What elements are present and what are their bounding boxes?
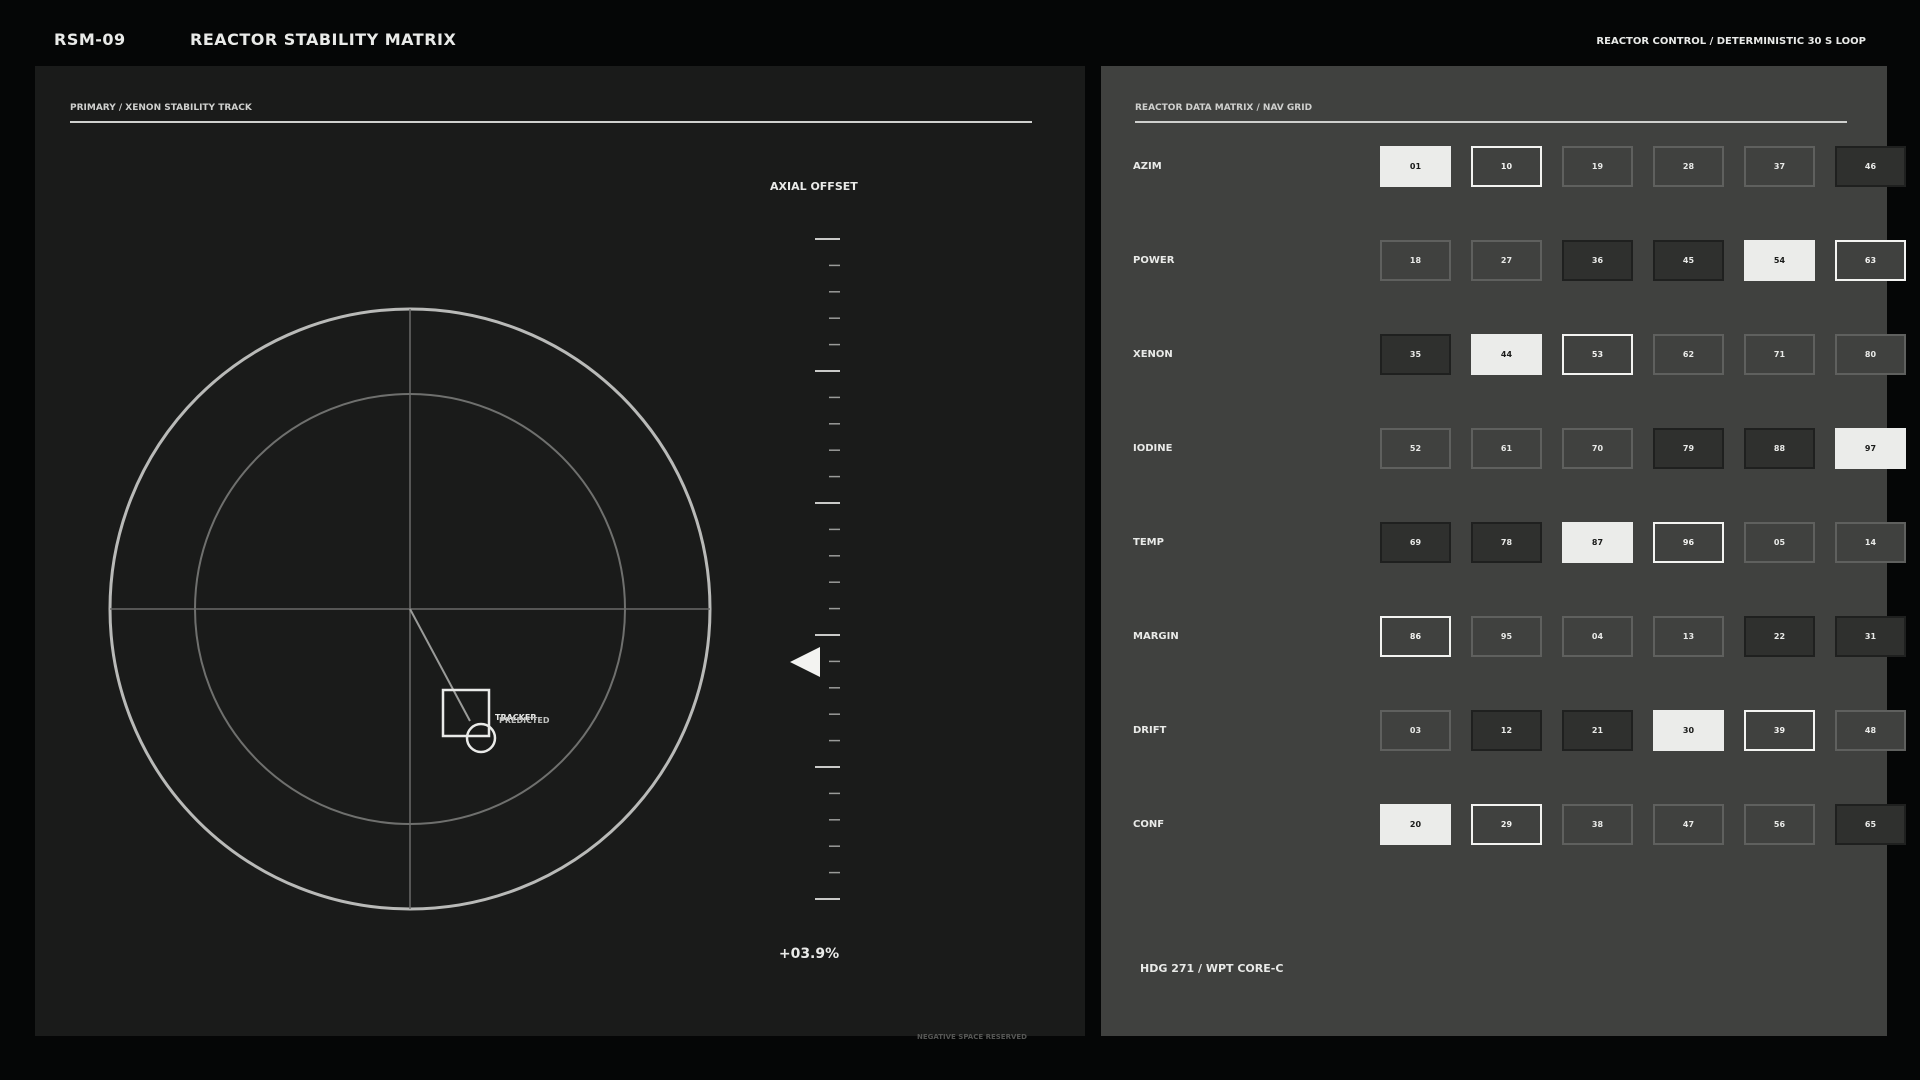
matrix-cell[interactable]: 05 [1744,522,1815,563]
data-matrix-panel: REACTOR DATA MATRIX / NAV GRID AZIM 01 10 1… [1101,66,1906,1036]
matrix-cell[interactable]: 63 [1835,240,1906,281]
matrix-cell[interactable]: 95 [1471,616,1542,657]
matrix-cell[interactable]: 37 [1744,146,1815,187]
matrix-cell[interactable]: 29 [1471,804,1542,845]
matrix-cell[interactable]: 97 [1835,428,1906,469]
matrix-cell[interactable]: 20 [1380,804,1451,845]
matrix-cell[interactable]: 39 [1744,710,1815,751]
matrix-cell[interactable]: 31 [1835,616,1906,657]
matrix-row-label: IODINE [1133,443,1173,454]
matrix-cell[interactable]: 71 [1744,334,1815,375]
matrix-cell[interactable]: 36 [1562,240,1633,281]
system-code: RSM-09 [54,30,126,49]
matrix-row-xenon: XENON 35 44 53 62 71 80 [1133,334,1906,377]
matrix-cell[interactable]: 22 [1744,616,1815,657]
section-label: REACTOR DATA MATRIX / NAV GRID [1135,103,1313,113]
matrix-row-label: CONF [1133,819,1165,830]
matrix-cell[interactable]: 61 [1471,428,1542,469]
matrix-cell[interactable]: 56 [1744,804,1815,845]
matrix-cell[interactable]: 86 [1380,616,1451,657]
axial-offset-label: AXIAL OFFSET [770,180,858,193]
matrix-cell[interactable]: 10 [1471,146,1542,187]
axial-offset-scale [815,238,840,900]
matrix-cell[interactable]: 80 [1835,334,1906,375]
matrix-cell[interactable]: 45 [1653,240,1724,281]
matrix-cell[interactable]: 38 [1562,804,1633,845]
matrix-cell[interactable]: 62 [1653,334,1724,375]
section-divider [1135,121,1847,123]
negative-space-note: NEGATIVE SPACE RESERVED [917,1033,1027,1041]
matrix-cell[interactable]: 48 [1835,710,1906,751]
matrix-cell[interactable]: 52 [1380,428,1451,469]
matrix-row-label: AZIM [1133,161,1162,172]
matrix-cell[interactable]: 88 [1744,428,1815,469]
matrix-row-label: TEMP [1133,537,1164,548]
matrix-cell[interactable]: 01 [1380,146,1451,187]
matrix-cell[interactable]: 70 [1562,428,1633,469]
matrix-cell[interactable]: 53 [1562,334,1633,375]
matrix-row-iodine: IODINE 52 61 70 79 88 97 [1133,428,1906,471]
matrix-row-drift: DRIFT 03 12 21 30 39 48 [1133,710,1906,753]
predicted-label: PREDICTED [499,716,550,725]
matrix-cell[interactable]: 28 [1653,146,1724,187]
matrix-cell[interactable]: 46 [1835,146,1906,187]
matrix-cell[interactable]: 47 [1653,804,1724,845]
mode-label: REACTOR CONTROL / DETERMINISTIC 30 S LOO… [1596,36,1866,47]
matrix-row-azim: AZIM 01 10 19 28 37 46 [1133,146,1906,189]
matrix-row-margin: MARGIN 86 95 04 13 22 31 [1133,616,1906,659]
matrix-cell[interactable]: 13 [1653,616,1724,657]
matrix-cell[interactable]: 44 [1471,334,1542,375]
matrix-cell[interactable]: 69 [1380,522,1451,563]
matrix-cell[interactable]: 65 [1835,804,1906,845]
heading-waypoint: HDG 271 / WPT CORE-C [1140,962,1284,975]
axial-offset-value: +03.9% [778,946,840,962]
matrix-cell[interactable]: 30 [1653,710,1724,751]
matrix-cell[interactable]: 19 [1562,146,1633,187]
matrix-row-power: POWER 18 27 36 45 54 63 [1133,240,1906,283]
matrix-row-conf: CONF 20 29 38 47 56 65 [1133,804,1906,847]
matrix-row-label: MARGIN [1133,631,1179,642]
matrix-row-temp: TEMP 69 78 87 96 05 14 [1133,522,1906,565]
matrix-cell[interactable]: 21 [1562,710,1633,751]
matrix-cell[interactable]: 04 [1562,616,1633,657]
radar-scope: TRACKER PREDICTED [108,307,712,911]
matrix-cell[interactable]: 35 [1380,334,1451,375]
predicted-marker[interactable] [465,722,497,754]
tracker-vector [409,608,471,722]
axial-offset-pointer[interactable] [790,647,820,677]
matrix-cell[interactable]: 79 [1653,428,1724,469]
matrix-cell[interactable]: 54 [1744,240,1815,281]
matrix-cell[interactable]: 78 [1471,522,1542,563]
matrix-cell[interactable]: 14 [1835,522,1906,563]
matrix-cell[interactable]: 87 [1562,522,1633,563]
matrix-row-label: POWER [1133,255,1175,266]
matrix-cell[interactable]: 96 [1653,522,1724,563]
matrix-cell[interactable]: 18 [1380,240,1451,281]
matrix-row-label: DRIFT [1133,725,1167,736]
matrix-cell[interactable]: 03 [1380,710,1451,751]
stability-track-panel: PRIMARY / XENON STABILITY TRACK TRACKER … [35,66,1085,1036]
stability-radar: TRACKER PREDICTED [108,238,840,911]
matrix-cell[interactable]: 12 [1471,710,1542,751]
matrix-cell[interactable]: 27 [1471,240,1542,281]
matrix-row-label: XENON [1133,349,1173,360]
page-title: REACTOR STABILITY MATRIX [190,30,457,49]
